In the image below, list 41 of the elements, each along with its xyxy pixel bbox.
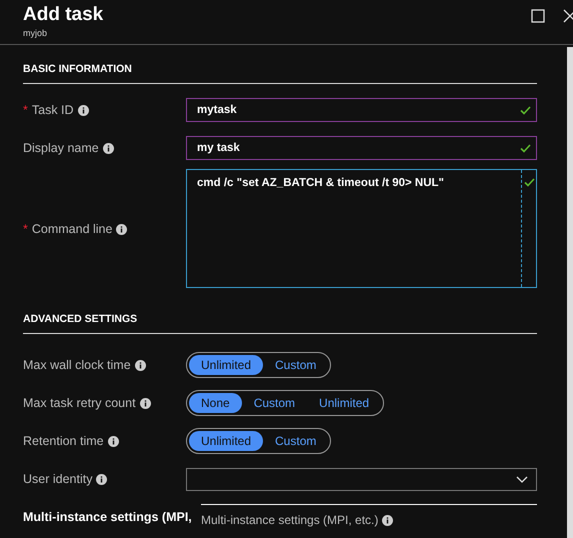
field-label: Retention time	[23, 434, 104, 448]
command-line-input[interactable]: cmd /c "set AZ_BATCH & timeout /t 90> NUL"	[186, 169, 537, 288]
field-label: Max wall clock time	[23, 358, 131, 372]
window-title: Add task	[23, 4, 104, 26]
check-icon	[520, 106, 531, 114]
info-icon	[382, 514, 394, 526]
info-icon[interactable]	[108, 436, 119, 446]
section-heading: ADVANCED SETTINGS	[23, 291, 537, 334]
section-heading: BASIC INFORMATION	[23, 45, 537, 84]
field-label: Max task retry count	[23, 396, 136, 410]
field-label: Task ID	[32, 103, 74, 117]
maximize-icon[interactable]	[531, 9, 545, 23]
text-input[interactable]: my task	[186, 136, 537, 160]
segment-option[interactable]: Unlimited	[189, 431, 264, 451]
info-icon[interactable]	[134, 360, 146, 370]
segment-option[interactable]: Custom	[263, 355, 328, 375]
field-label: Command line	[32, 222, 112, 236]
field-label: User identity	[23, 472, 92, 486]
required-asterisk: *	[23, 103, 28, 117]
multi-instance-link[interactable]: Multi-instance settings (MPI, etc.)	[201, 504, 537, 527]
window-subtitle: myjob	[23, 28, 48, 38]
segment-option[interactable]: Unlimited	[307, 393, 382, 413]
text-input[interactable]: mytask	[186, 98, 537, 122]
segment-option[interactable]: Custom	[263, 431, 328, 451]
info-icon[interactable]	[140, 398, 151, 408]
section-heading: Multi-instance settings (MPI,	[23, 509, 193, 524]
segment-option[interactable]: Unlimited	[189, 355, 264, 375]
check-icon	[520, 144, 531, 152]
info-icon[interactable]	[102, 142, 114, 154]
required-asterisk: *	[23, 222, 28, 236]
segment-option[interactable]: Custom	[242, 393, 308, 413]
field-label: Display name	[23, 141, 99, 155]
dropdown[interactable]	[186, 468, 537, 490]
scrollbar[interactable]	[567, 47, 573, 538]
info-icon[interactable]	[116, 224, 128, 234]
segment-option[interactable]: None	[189, 393, 242, 413]
chevron-down-icon	[516, 476, 528, 482]
check-icon	[524, 178, 534, 187]
close-icon[interactable]	[563, 9, 573, 23]
info-icon[interactable]	[78, 104, 89, 116]
info-icon[interactable]	[96, 474, 108, 484]
